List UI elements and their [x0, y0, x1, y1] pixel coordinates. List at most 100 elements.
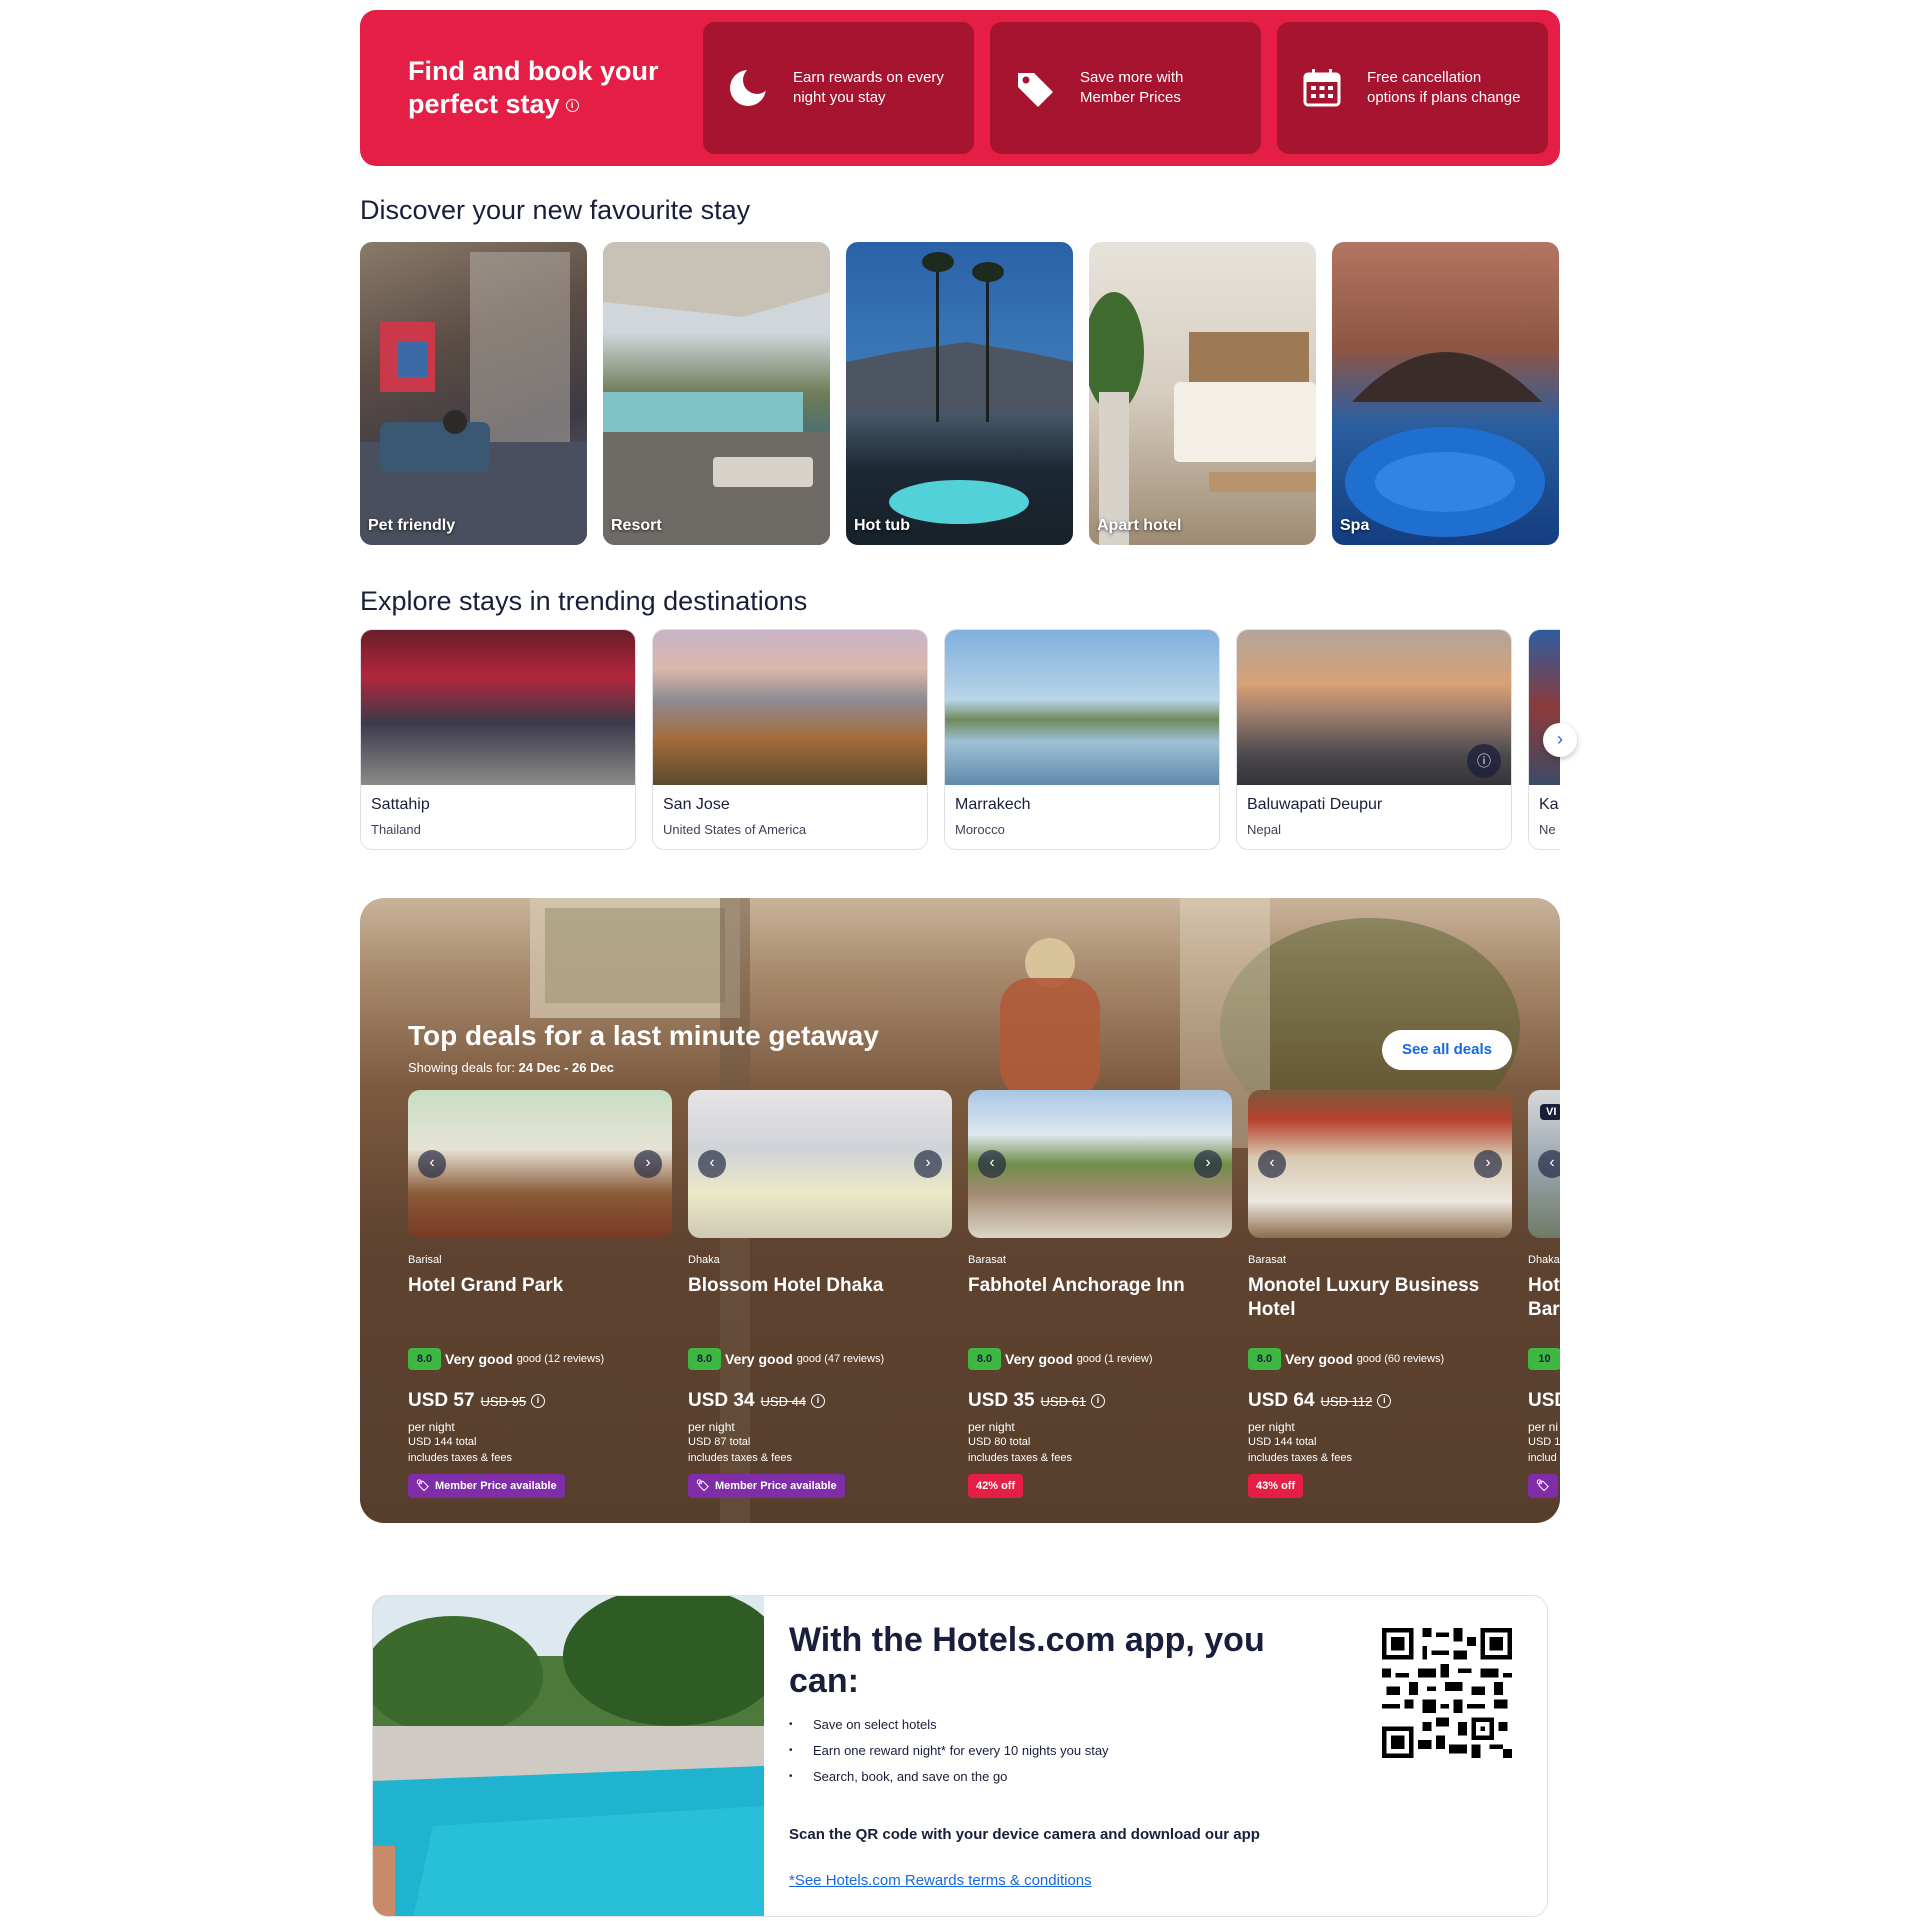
- photo-next-button[interactable]: ›: [1474, 1150, 1502, 1178]
- hotel-photo: ‹ ›: [1248, 1090, 1512, 1238]
- list-item: Save on select hotels: [789, 1712, 1109, 1738]
- rating-badge: 10: [1528, 1348, 1560, 1370]
- rating-badge: 8.0: [408, 1348, 441, 1370]
- photo-prev-button[interactable]: ‹: [698, 1150, 726, 1178]
- benefit-member-prices: Save more with Member Prices: [990, 22, 1261, 154]
- app-benefits-list: Save on select hotels Earn one reward ni…: [789, 1712, 1109, 1790]
- price: USD 64 USD 112 i: [1248, 1390, 1392, 1412]
- rating-badge: 8.0: [1248, 1348, 1281, 1370]
- tag-icon: [1014, 67, 1056, 109]
- photo-prev-button[interactable]: ‹: [418, 1150, 446, 1178]
- rating: 8.0 Very good good (12 reviews): [408, 1348, 604, 1370]
- list-item: Search, book, and save on the go: [789, 1764, 1109, 1790]
- price: USD 57 USD 95 i: [408, 1390, 546, 1412]
- photo-prev-button[interactable]: ‹: [1258, 1150, 1286, 1178]
- hotel-name[interactable]: Fabhotel Anchorage Inn: [968, 1274, 1218, 1298]
- destination-card-sattahip[interactable]: Sattahip Thailand: [360, 629, 636, 850]
- deals-carousel: ‹ › Barisal Hotel Grand Park 8.0 Very go…: [408, 1090, 1560, 1510]
- discover-card-spa[interactable]: Spa: [1332, 242, 1559, 545]
- scan-instructions: Scan the QR code with your device camera…: [789, 1826, 1260, 1843]
- rating: 8.0 Very good good (60 reviews): [1248, 1348, 1444, 1370]
- discover-card-hot-tub[interactable]: Hot tub: [846, 242, 1073, 545]
- hotel-name[interactable]: Blossom Hotel Dhaka: [688, 1274, 938, 1298]
- destination-card-marrakech[interactable]: Marrakech Morocco: [944, 629, 1220, 850]
- discount-badge: 42% off: [968, 1474, 1024, 1498]
- hotel-name[interactable]: Hot Bar: [1528, 1274, 1560, 1322]
- info-icon[interactable]: i: [1377, 1394, 1392, 1408]
- hotel-photo: ‹ ›: [408, 1090, 672, 1238]
- deal-card[interactable]: ‹ › Dhaka Blossom Hotel Dhaka 8.0 Very g…: [688, 1090, 952, 1510]
- moon-icon: [727, 67, 769, 109]
- destination-card-baluwapati-deupur[interactable]: ⓘ Baluwapati Deupur Nepal: [1236, 629, 1512, 850]
- app-promo-heading: With the Hotels.com app, you can:: [789, 1621, 1265, 1700]
- discover-card-pet-friendly[interactable]: Pet friendly: [360, 242, 587, 545]
- destination-photo: [1529, 630, 1560, 785]
- pool-photo: [373, 1596, 764, 1916]
- info-icon[interactable]: i: [1091, 1394, 1106, 1408]
- see-all-deals-button[interactable]: See all deals: [1381, 1030, 1512, 1070]
- rating-badge: 8.0: [968, 1348, 1001, 1370]
- list-item: Earn one reward night* for every 10 nigh…: [789, 1738, 1109, 1764]
- rating: 8.0 Very good good (47 reviews): [688, 1348, 884, 1370]
- member-price-badge: 🏷 Member Price available: [408, 1474, 565, 1498]
- chevron-right-icon: ›: [1557, 729, 1563, 749]
- hotel-name[interactable]: Hotel Grand Park: [408, 1274, 658, 1298]
- spa-photo: [1345, 352, 1545, 537]
- discover-carousel: Pet friendly Resort Hot tub Apart hotel …: [360, 242, 1560, 545]
- rating: 10: [1528, 1348, 1560, 1370]
- price: USD 35 USD 61 i: [968, 1390, 1106, 1412]
- discover-heading: Discover your new favourite stay: [360, 195, 751, 225]
- price: USD: [1528, 1390, 1560, 1411]
- hot-tub-photo: [846, 252, 1073, 524]
- info-icon[interactable]: ⓘ: [1467, 744, 1501, 778]
- hero-benefits: Earn rewards on every night you stay Sav…: [703, 22, 1548, 154]
- discover-card-resort[interactable]: Resort: [603, 242, 830, 545]
- destination-photo: [361, 630, 635, 785]
- info-icon[interactable]: i: [565, 99, 579, 113]
- photo-next-button[interactable]: ›: [1194, 1150, 1222, 1178]
- hotel-photo: ‹ ›: [688, 1090, 952, 1238]
- deal-card[interactable]: VI ‹ Dhaka Hot Bar 10 USD per ni USD 1 i…: [1528, 1090, 1560, 1510]
- discover-card-apart-hotel[interactable]: Apart hotel: [1089, 242, 1316, 545]
- pet-friendly-photo: [360, 252, 587, 545]
- deal-card[interactable]: ‹ › Barasat Fabhotel Anchorage Inn 8.0 V…: [968, 1090, 1232, 1510]
- photo-next-button[interactable]: ›: [914, 1150, 942, 1178]
- hotel-name[interactable]: Monotel Luxury Business Hotel: [1248, 1274, 1498, 1322]
- calendar-icon: [1301, 67, 1343, 109]
- member-price-badge: 🏷 Member Price available: [688, 1474, 845, 1498]
- price: USD 34 USD 44 i: [688, 1390, 826, 1412]
- carousel-next-button[interactable]: ›: [1543, 723, 1577, 757]
- rating: 8.0 Very good good (1 review): [968, 1348, 1153, 1370]
- app-promo: With the Hotels.com app, you can: Save o…: [372, 1595, 1548, 1917]
- qr-code: [1382, 1628, 1512, 1758]
- hotel-photo: VI ‹: [1528, 1090, 1560, 1238]
- rating-badge: 8.0: [688, 1348, 721, 1370]
- benefit-rewards: Earn rewards on every night you stay: [703, 22, 974, 154]
- apart-hotel-photo: [1089, 292, 1316, 545]
- member-price-badge: 🏷: [1528, 1474, 1558, 1498]
- destination-card-san-jose[interactable]: San Jose United States of America: [652, 629, 928, 850]
- destination-photo: [653, 630, 927, 785]
- tag-icon: 🏷: [1536, 1480, 1550, 1492]
- rewards-terms-link[interactable]: *See Hotels.com Rewards terms & conditio…: [789, 1872, 1092, 1889]
- vip-badge: VI: [1540, 1104, 1560, 1120]
- deal-card[interactable]: ‹ › Barisal Hotel Grand Park 8.0 Very go…: [408, 1090, 672, 1510]
- info-icon[interactable]: i: [811, 1394, 826, 1408]
- trending-carousel: Sattahip Thailand San Jose United States…: [360, 629, 1560, 850]
- hero-title: Find and book your perfect stay i: [408, 56, 659, 119]
- deals-section: Top deals for a last minute getaway Show…: [360, 898, 1560, 1523]
- tag-icon: 🏷: [696, 1480, 710, 1492]
- photo-prev-button[interactable]: ‹: [1538, 1150, 1560, 1178]
- tag-icon: 🏷: [416, 1480, 430, 1492]
- deal-card[interactable]: ‹ › Barasat Monotel Luxury Business Hote…: [1248, 1090, 1512, 1510]
- benefit-free-cancellation: Free cancellation options if plans chang…: [1277, 22, 1548, 154]
- photo-prev-button[interactable]: ‹: [978, 1150, 1006, 1178]
- deals-heading: Top deals for a last minute getaway: [408, 1020, 879, 1051]
- trending-heading: Explore stays in trending destinations: [360, 586, 808, 616]
- hotel-photo: ‹ ›: [968, 1090, 1232, 1238]
- photo-next-button[interactable]: ›: [634, 1150, 662, 1178]
- hero-banner: Find and book your perfect stay i Earn re…: [360, 10, 1560, 166]
- deals-dates: Showing deals for: 24 Dec - 26 Dec: [408, 1060, 614, 1075]
- info-icon[interactable]: i: [531, 1394, 546, 1408]
- discount-badge: 43% off: [1248, 1474, 1304, 1498]
